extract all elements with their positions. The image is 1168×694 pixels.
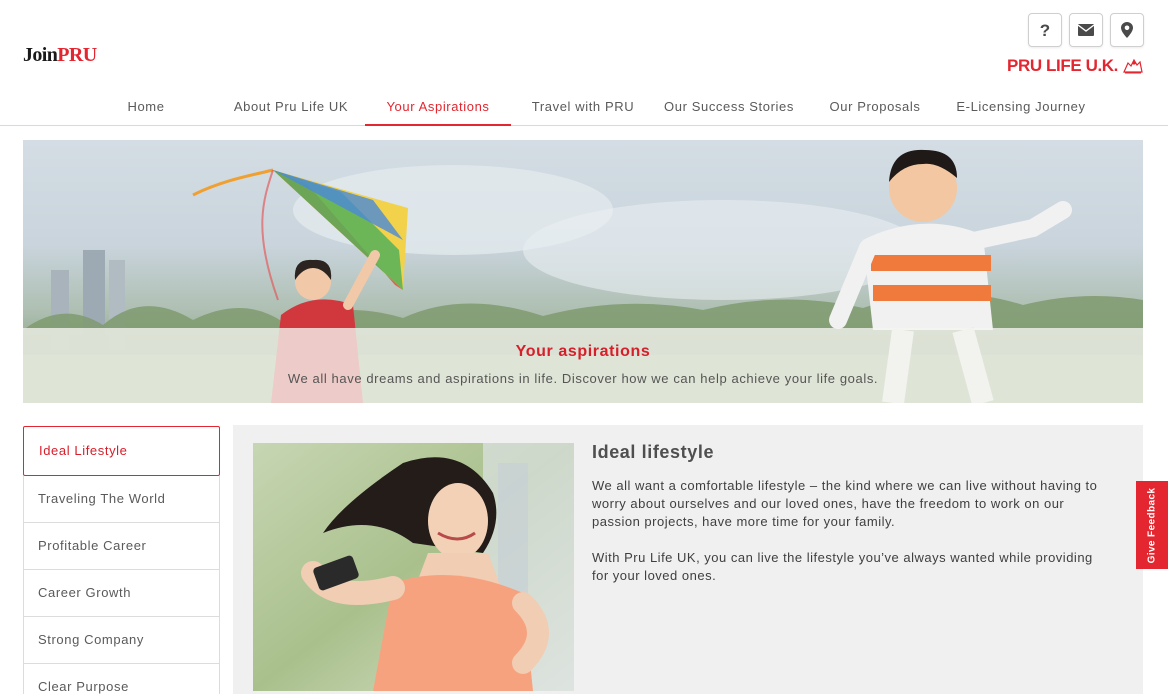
- lion-emblem-icon: [1123, 58, 1143, 74]
- sidebar-item-ideal-lifestyle[interactable]: Ideal Lifestyle: [23, 426, 220, 476]
- give-feedback-button[interactable]: Give Feedback: [1136, 481, 1168, 569]
- brand-text: PRU LIFE U.K.: [1007, 56, 1118, 75]
- logo-prefix: Join: [23, 44, 58, 66]
- help-icon: ?: [1039, 20, 1051, 40]
- content-paragraph-2: With Pru Life UK, you can live the lifes…: [592, 550, 1093, 583]
- content-title: Ideal lifestyle: [592, 442, 715, 462]
- content-paragraph-1: We all want a comfortable lifestyle – th…: [592, 478, 1098, 529]
- nav-home[interactable]: Home: [112, 90, 180, 126]
- content-body: We all want a comfortable lifestyle – th…: [592, 477, 1102, 603]
- sidebar-item-clear-purpose[interactable]: Clear Purpose: [23, 664, 220, 694]
- nav-elicensing[interactable]: E-Licensing Journey: [946, 90, 1096, 126]
- header-icon-buttons: ?: [1028, 13, 1144, 47]
- help-button[interactable]: ?: [1028, 13, 1062, 47]
- content-panel: Ideal lifestyle We all want a comfortabl…: [233, 425, 1143, 694]
- nav-travel[interactable]: Travel with PRU: [522, 90, 644, 126]
- joinpru-logo[interactable]: JoinPRU: [23, 44, 97, 67]
- nav-about[interactable]: About Pru Life UK: [222, 90, 360, 126]
- hero-banner: Your aspirations We all have dreams and …: [23, 140, 1143, 403]
- sidebar-item-traveling-the-world[interactable]: Traveling The World: [23, 476, 220, 523]
- sidebar-item-career-growth[interactable]: Career Growth: [23, 570, 220, 617]
- location-icon: [1121, 22, 1133, 38]
- hero-overlay: [23, 328, 1143, 403]
- nav-success-stories[interactable]: Our Success Stories: [655, 90, 803, 126]
- feedback-label: Give Feedback: [1146, 487, 1158, 563]
- hero-subtitle: We all have dreams and aspirations in li…: [287, 371, 879, 386]
- runner-image: [253, 443, 574, 691]
- prulifeuk-logo[interactable]: PRU LIFE U.K.: [1007, 56, 1144, 76]
- mail-button[interactable]: [1069, 13, 1103, 47]
- nav-proposals[interactable]: Our Proposals: [818, 90, 932, 126]
- sidebar-item-profitable-career[interactable]: Profitable Career: [23, 523, 220, 570]
- location-button[interactable]: [1110, 13, 1144, 47]
- sidebar-item-strong-company[interactable]: Strong Company: [23, 617, 220, 664]
- lifestyle-photo: [253, 443, 574, 691]
- nav-your-aspirations[interactable]: Your Aspirations: [365, 90, 511, 126]
- logo-suffix: PRU: [57, 44, 97, 66]
- site-header: JoinPRU ? PRU LIFE U.K. Home About Pru L…: [0, 0, 1168, 126]
- main-nav: Home About Pru Life UK Your Aspirations …: [0, 90, 1168, 126]
- hero-title: Your aspirations: [515, 343, 651, 360]
- mail-icon: [1078, 24, 1094, 36]
- aspirations-sidebar: Ideal Lifestyle Traveling The World Prof…: [23, 426, 220, 694]
